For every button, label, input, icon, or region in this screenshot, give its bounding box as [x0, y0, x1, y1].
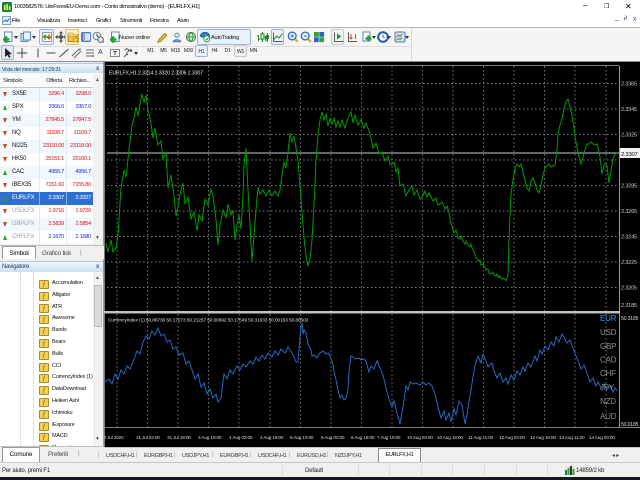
- svg-text:2.3285: 2.3285: [621, 184, 637, 190]
- svg-text:EURLFX,H1 2.3314 2.3320 2.3306: EURLFX,H1 2.3314 2.3320 2.3306 2.3307: [109, 71, 203, 77]
- svg-text:CurrencyIndex (1) 50.86730 50.: CurrencyIndex (1) 50.86730 50.17273 50.2…: [108, 318, 309, 324]
- svg-text:10 Aug 03:00: 10 Aug 03:00: [407, 435, 433, 440]
- svg-text:2.3325: 2.3325: [621, 133, 637, 139]
- svg-text:7 Aug 10:00: 7 Aug 10:00: [377, 435, 401, 440]
- svg-text:CAD: CAD: [600, 356, 617, 365]
- svg-text:10 Aug 19:00: 10 Aug 19:00: [437, 435, 463, 440]
- svg-text:2.3245: 2.3245: [621, 235, 637, 241]
- svg-text:11 Aug 11:00: 11 Aug 11:00: [468, 435, 494, 440]
- svg-text:AUD: AUD: [600, 412, 617, 421]
- svg-text:CHF: CHF: [600, 369, 616, 378]
- svg-text:2.3225: 2.3225: [621, 260, 637, 266]
- svg-text:NZD: NZD: [600, 397, 616, 406]
- svg-text:2.3265: 2.3265: [621, 209, 637, 215]
- svg-text:12 Aug 19:00: 12 Aug 19:00: [530, 435, 556, 440]
- svg-text:6 Aug 18:00: 6 Aug 18:00: [351, 435, 375, 440]
- svg-text:4 Aug 18:00: 4 Aug 18:00: [260, 435, 284, 440]
- svg-text:EUR: EUR: [600, 314, 617, 323]
- svg-text:2.3307: 2.3307: [621, 152, 638, 158]
- svg-text:12 Aug 03:00: 12 Aug 03:00: [499, 435, 525, 440]
- svg-text:4 Aug 02:00: 4 Aug 02:00: [229, 435, 253, 440]
- svg-text:6 Aug 02:00: 6 Aug 02:00: [321, 435, 345, 440]
- svg-text:14 Aug 03:00: 14 Aug 03:00: [589, 435, 615, 440]
- svg-text:2.3345: 2.3345: [621, 107, 637, 113]
- svg-text:31 Jul 02:00: 31 Jul 02:00: [136, 435, 160, 440]
- svg-text:USD: USD: [600, 328, 617, 337]
- svg-text:3 Aug 10:00: 3 Aug 10:00: [198, 435, 222, 440]
- svg-text:30 Jul 2020: 30 Jul 2020: [104, 435, 124, 440]
- svg-text:JPY: JPY: [600, 383, 615, 392]
- svg-text:2.3205: 2.3205: [621, 286, 637, 292]
- svg-text:31 Jul 18:00: 31 Jul 18:00: [167, 435, 191, 440]
- svg-text:2.3185: 2.3185: [621, 303, 637, 309]
- svg-text:13 Aug 11:00: 13 Aug 11:00: [559, 435, 585, 440]
- svg-text:5 Aug 10:00: 5 Aug 10:00: [290, 435, 314, 440]
- svg-text:2.3365: 2.3365: [621, 82, 637, 88]
- svg-text:50.3185: 50.3185: [621, 316, 639, 322]
- svg-text:GBP: GBP: [600, 342, 616, 351]
